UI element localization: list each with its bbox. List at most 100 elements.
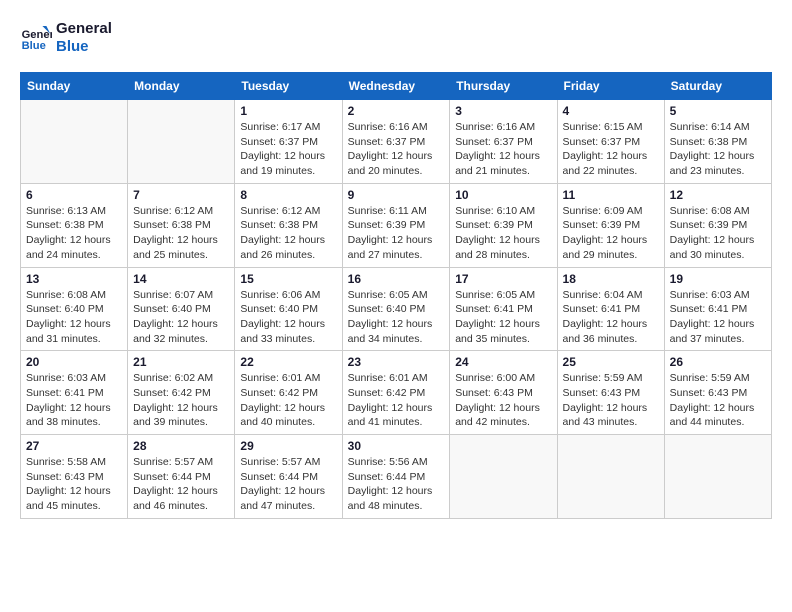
day-number: 11	[563, 188, 659, 202]
day-info: Sunrise: 6:07 AMSunset: 6:40 PMDaylight:…	[133, 288, 229, 347]
calendar-cell: 22 Sunrise: 6:01 AMSunset: 6:42 PMDayligh…	[235, 351, 342, 435]
calendar-header-row: SundayMondayTuesdayWednesdayThursdayFrid…	[21, 73, 772, 100]
calendar-cell: 16Sunrise: 6:05 AMSunset: 6:40 PMDayligh…	[342, 267, 450, 351]
day-info: Sunrise: 6:01 AMSunset: 6:42 PMDaylight:…	[240, 371, 336, 430]
day-number: 17	[455, 272, 551, 286]
day-number: 3	[455, 104, 551, 118]
day-number: 16	[348, 272, 445, 286]
day-number: 4	[563, 104, 659, 118]
calendar-cell: 28 Sunrise: 5:57 AMSunset: 6:44 PMDayligh…	[128, 435, 235, 519]
logo-general: General	[56, 20, 112, 38]
calendar-cell: 13 Sunrise: 6:08 AMSunset: 6:40 PMDayligh…	[21, 267, 128, 351]
calendar-cell: 12Sunrise: 6:08 AMSunset: 6:39 PMDayligh…	[664, 183, 771, 267]
day-number: 10	[455, 188, 551, 202]
day-info: Sunrise: 5:56 AMSunset: 6:44 PMDaylight:…	[348, 455, 445, 514]
calendar-cell: 15Sunrise: 6:06 AMSunset: 6:40 PMDayligh…	[235, 267, 342, 351]
calendar-cell: 25 Sunrise: 5:59 AMSunset: 6:43 PMDayligh…	[557, 351, 664, 435]
week-row-4: 20Sunrise: 6:03 AMSunset: 6:41 PMDayligh…	[21, 351, 772, 435]
calendar-cell	[21, 100, 128, 184]
day-info: Sunrise: 6:04 AMSunset: 6:41 PMDaylight:…	[563, 288, 659, 347]
calendar-cell: 21 Sunrise: 6:02 AMSunset: 6:42 PMDayligh…	[128, 351, 235, 435]
calendar-cell	[557, 435, 664, 519]
header-thursday: Thursday	[450, 73, 557, 100]
day-number: 26	[670, 355, 766, 369]
day-info: Sunrise: 6:16 AMSunset: 6:37 PMDaylight:…	[455, 120, 551, 179]
svg-text:Blue: Blue	[22, 40, 46, 52]
day-info: Sunrise: 6:03 AMSunset: 6:41 PMDaylight:…	[670, 288, 766, 347]
day-number: 23	[348, 355, 445, 369]
day-info: Sunrise: 6:08 AMSunset: 6:40 PMDaylight:…	[26, 288, 122, 347]
day-info: Sunrise: 6:05 AMSunset: 6:41 PMDaylight:…	[455, 288, 551, 347]
day-info: Sunrise: 6:15 AMSunset: 6:37 PMDaylight:…	[563, 120, 659, 179]
day-number: 6	[26, 188, 122, 202]
day-info: Sunrise: 5:59 AMSunset: 6:43 PMDaylight:…	[670, 371, 766, 430]
day-number: 27	[26, 439, 122, 453]
day-info: Sunrise: 5:59 AMSunset: 6:43 PMDaylight:…	[563, 371, 659, 430]
calendar-cell: 11 Sunrise: 6:09 AMSunset: 6:39 PMDayligh…	[557, 183, 664, 267]
day-number: 13	[26, 272, 122, 286]
calendar-cell: 3 Sunrise: 6:16 AMSunset: 6:37 PMDaylight…	[450, 100, 557, 184]
day-number: 5	[670, 104, 766, 118]
calendar-cell: 29 Sunrise: 5:57 AMSunset: 6:44 PMDayligh…	[235, 435, 342, 519]
day-info: Sunrise: 6:09 AMSunset: 6:39 PMDaylight:…	[563, 204, 659, 263]
day-number: 29	[240, 439, 336, 453]
calendar-cell: 4 Sunrise: 6:15 AMSunset: 6:37 PMDaylight…	[557, 100, 664, 184]
header: General Blue General Blue	[20, 20, 772, 56]
day-info: Sunrise: 6:10 AMSunset: 6:39 PMDaylight:…	[455, 204, 551, 263]
day-number: 1	[240, 104, 336, 118]
day-number: 18	[563, 272, 659, 286]
calendar-cell	[664, 435, 771, 519]
day-info: Sunrise: 5:57 AMSunset: 6:44 PMDaylight:…	[240, 455, 336, 514]
header-saturday: Saturday	[664, 73, 771, 100]
calendar-cell: 30 Sunrise: 5:56 AMSunset: 6:44 PMDayligh…	[342, 435, 450, 519]
header-sunday: Sunday	[21, 73, 128, 100]
day-number: 28	[133, 439, 229, 453]
header-friday: Friday	[557, 73, 664, 100]
day-info: Sunrise: 6:17 AMSunset: 6:37 PMDaylight:…	[240, 120, 336, 179]
day-number: 21	[133, 355, 229, 369]
day-info: Sunrise: 5:57 AMSunset: 6:44 PMDaylight:…	[133, 455, 229, 514]
week-row-3: 13 Sunrise: 6:08 AMSunset: 6:40 PMDayligh…	[21, 267, 772, 351]
calendar-cell: 10 Sunrise: 6:10 AMSunset: 6:39 PMDayligh…	[450, 183, 557, 267]
week-row-2: 6 Sunrise: 6:13 AMSunset: 6:38 PMDaylight…	[21, 183, 772, 267]
calendar-cell: 14 Sunrise: 6:07 AMSunset: 6:40 PMDayligh…	[128, 267, 235, 351]
calendar-cell	[450, 435, 557, 519]
calendar-cell: 26 Sunrise: 5:59 AMSunset: 6:43 PMDayligh…	[664, 351, 771, 435]
logo: General Blue General Blue	[20, 20, 112, 56]
calendar: SundayMondayTuesdayWednesdayThursdayFrid…	[20, 72, 772, 519]
calendar-cell: 18 Sunrise: 6:04 AMSunset: 6:41 PMDayligh…	[557, 267, 664, 351]
day-number: 20	[26, 355, 122, 369]
day-info: Sunrise: 6:01 AMSunset: 6:42 PMDaylight:…	[348, 371, 445, 430]
day-info: Sunrise: 6:16 AMSunset: 6:37 PMDaylight:…	[348, 120, 445, 179]
day-info: Sunrise: 6:08 AMSunset: 6:39 PMDaylight:…	[670, 204, 766, 263]
week-row-1: 1 Sunrise: 6:17 AMSunset: 6:37 PMDaylight…	[21, 100, 772, 184]
day-number: 22	[240, 355, 336, 369]
day-number: 15	[240, 272, 336, 286]
header-tuesday: Tuesday	[235, 73, 342, 100]
day-number: 9	[348, 188, 445, 202]
day-info: Sunrise: 6:14 AMSunset: 6:38 PMDaylight:…	[670, 120, 766, 179]
day-number: 19	[670, 272, 766, 286]
day-number: 7	[133, 188, 229, 202]
day-info: Sunrise: 6:13 AMSunset: 6:38 PMDaylight:…	[26, 204, 122, 263]
calendar-cell: 2Sunrise: 6:16 AMSunset: 6:37 PMDaylight…	[342, 100, 450, 184]
day-number: 30	[348, 439, 445, 453]
day-number: 8	[240, 188, 336, 202]
logo-blue: Blue	[56, 38, 112, 56]
day-info: Sunrise: 6:11 AMSunset: 6:39 PMDaylight:…	[348, 204, 445, 263]
day-number: 25	[563, 355, 659, 369]
calendar-cell: 1 Sunrise: 6:17 AMSunset: 6:37 PMDaylight…	[235, 100, 342, 184]
day-info: Sunrise: 6:02 AMSunset: 6:42 PMDaylight:…	[133, 371, 229, 430]
day-info: Sunrise: 6:12 AMSunset: 6:38 PMDaylight:…	[133, 204, 229, 263]
calendar-cell: 27Sunrise: 5:58 AMSunset: 6:43 PMDayligh…	[21, 435, 128, 519]
calendar-cell: 24Sunrise: 6:00 AMSunset: 6:43 PMDayligh…	[450, 351, 557, 435]
week-row-5: 27Sunrise: 5:58 AMSunset: 6:43 PMDayligh…	[21, 435, 772, 519]
calendar-cell: 20Sunrise: 6:03 AMSunset: 6:41 PMDayligh…	[21, 351, 128, 435]
calendar-cell	[128, 100, 235, 184]
calendar-cell: 6 Sunrise: 6:13 AMSunset: 6:38 PMDaylight…	[21, 183, 128, 267]
calendar-cell: 19 Sunrise: 6:03 AMSunset: 6:41 PMDayligh…	[664, 267, 771, 351]
day-info: Sunrise: 6:12 AMSunset: 6:38 PMDaylight:…	[240, 204, 336, 263]
day-number: 14	[133, 272, 229, 286]
calendar-cell: 7 Sunrise: 6:12 AMSunset: 6:38 PMDaylight…	[128, 183, 235, 267]
calendar-cell: 5 Sunrise: 6:14 AMSunset: 6:38 PMDaylight…	[664, 100, 771, 184]
